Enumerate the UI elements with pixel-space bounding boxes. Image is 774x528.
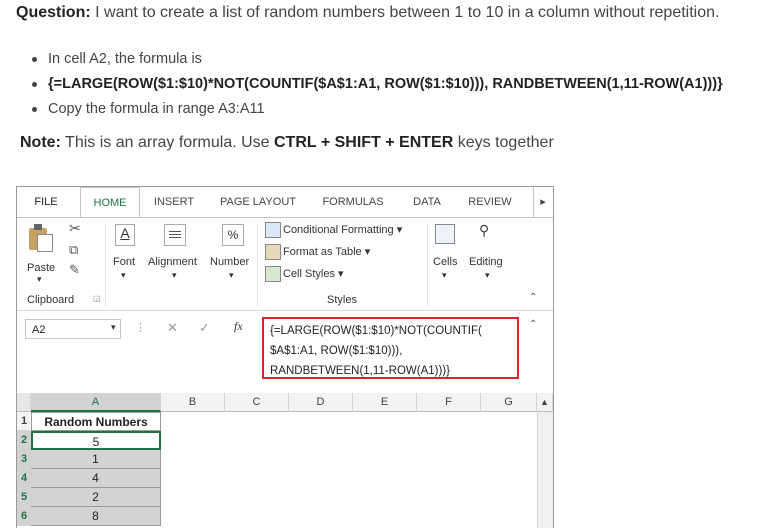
column-header-g[interactable]: G [481, 393, 537, 412]
function-icon[interactable]: fx [234, 319, 243, 334]
column-header-d[interactable]: D [289, 393, 353, 412]
name-box[interactable]: A2 [25, 319, 121, 339]
font-icon[interactable]: A [115, 224, 135, 246]
cancel-icon[interactable]: ✕ [167, 320, 178, 336]
font-button[interactable]: Font [113, 256, 135, 268]
format-painter-icon[interactable]: ✎ [69, 262, 80, 278]
list-item-formula: {=LARGE(ROW($1:$10)*NOT(COUNTIF($A$1:A1,… [30, 72, 723, 97]
group-divider [427, 224, 428, 306]
collapse-ribbon-icon[interactable]: ⌃ [529, 292, 537, 303]
cell-styles-label: Cell Styles [283, 268, 335, 280]
paste-icon[interactable] [29, 224, 53, 252]
column-header-b[interactable]: B [161, 393, 225, 412]
formula-line: $A$1:A1, ROW($1:$10))), [270, 345, 403, 357]
cell-styles-button[interactable]: Cell Styles ▾ [283, 267, 344, 280]
row-header[interactable]: 3 [17, 450, 31, 469]
tab-formulas[interactable]: FORMULAS [313, 187, 393, 217]
table-cell[interactable]: 1 [31, 450, 161, 469]
row-header[interactable]: 4 [17, 469, 31, 488]
list-item: Copy the formula in range A3:A11 [30, 97, 723, 122]
formula-bar: A2 ▾ ⋮ ✕ ✓ fx {=LARGE(ROW($1:$10)*NOT(CO… [17, 313, 553, 385]
format-as-table-icon[interactable] [265, 244, 281, 260]
conditional-formatting-button[interactable]: Conditional Formatting ▾ [283, 223, 402, 236]
percent-icon[interactable]: % [222, 224, 244, 246]
alignment-button[interactable]: Alignment [148, 256, 197, 268]
vertical-scroll-up-icon[interactable]: ▲ [537, 393, 553, 412]
group-label-styles: Styles [327, 294, 357, 306]
conditional-formatting-icon[interactable] [265, 222, 281, 238]
conditional-formatting-label: Conditional Formatting [283, 224, 394, 236]
row-header[interactable]: 1 [17, 412, 31, 431]
copy-icon[interactable]: ⧉ [69, 242, 78, 258]
column-header-c[interactable]: C [225, 393, 289, 412]
number-dropdown-icon[interactable]: ▾ [229, 270, 234, 281]
table-cell[interactable]: 8 [31, 507, 161, 526]
find-binoculars-icon[interactable]: ⚲ [479, 222, 489, 239]
note-text: This is an array formula. Use [60, 134, 274, 151]
table-cell[interactable]: 4 [31, 469, 161, 488]
paste-button[interactable]: Paste [27, 262, 55, 274]
table-cell[interactable]: 2 [31, 488, 161, 507]
tab-file[interactable]: FILE [17, 187, 75, 217]
cut-icon[interactable]: ✂ [69, 220, 81, 237]
cells-button[interactable]: Cells [433, 256, 457, 268]
enter-check-icon[interactable]: ✓ [199, 320, 210, 336]
font-dropdown-icon[interactable]: ▾ [121, 270, 126, 281]
group-label-clipboard: Clipboard [27, 294, 75, 306]
note-text-end: keys together [453, 134, 554, 151]
formula-input[interactable]: {=LARGE(ROW($1:$10)*NOT(COUNTIF( $A$1:A1… [262, 317, 519, 379]
cell-styles-icon[interactable] [265, 266, 281, 282]
note-line: Note: This is an array formula. Use CTRL… [20, 134, 554, 152]
expand-formula-bar-icon[interactable]: ⌃ [529, 319, 537, 330]
format-as-table-label: Format as Table [283, 246, 362, 258]
column-header-e[interactable]: E [353, 393, 417, 412]
row-header[interactable]: 2 [17, 431, 31, 450]
name-box-value: A2 [32, 324, 46, 336]
alignment-dropdown-icon[interactable]: ▾ [172, 270, 177, 281]
ribbon-tab-bar: FILE HOME INSERT PAGE LAYOUT FORMULAS DA… [17, 187, 553, 218]
tab-page-layout[interactable]: PAGE LAYOUT [213, 187, 303, 217]
dialog-launcher-icon[interactable]: ◲ [93, 294, 101, 303]
column-header-f[interactable]: F [417, 393, 481, 412]
tab-data[interactable]: DATA [403, 187, 451, 217]
editing-button[interactable]: Editing [469, 256, 503, 268]
group-divider [257, 224, 258, 306]
list-item: In cell A2, the formula is [30, 47, 723, 72]
note-keys: CTRL + SHIFT + ENTER [274, 134, 454, 151]
format-as-table-button[interactable]: Format as Table ▾ [283, 245, 370, 258]
tab-home[interactable]: HOME [80, 187, 140, 218]
group-divider [105, 224, 106, 306]
formula-line: RANDBETWEEN(1,11-ROW(A1)))} [270, 365, 450, 377]
cell-a2-active[interactable]: 5 [31, 431, 161, 450]
question-line: Question: I want to create a list of ran… [16, 4, 719, 22]
ribbon-home: Paste ▾ ✂ ⧉ ✎ Clipboard ◲ A Font ▾ Align… [17, 217, 553, 311]
cell-a1[interactable]: Random Numbers [31, 412, 161, 431]
instruction-list: In cell A2, the formula is {=LARGE(ROW($… [30, 47, 723, 122]
alignment-icon[interactable] [164, 224, 186, 246]
formula-line: {=LARGE(ROW($1:$10)*NOT(COUNTIF( [270, 325, 482, 337]
excel-window: FILE HOME INSERT PAGE LAYOUT FORMULAS DA… [16, 186, 554, 528]
number-button[interactable]: Number [210, 256, 249, 268]
note-label: Note: [20, 134, 61, 151]
tab-insert[interactable]: INSERT [145, 187, 203, 217]
tab-review[interactable]: REVIEW [461, 187, 519, 217]
editing-dropdown-icon[interactable]: ▾ [485, 270, 490, 281]
question-label: Question: [16, 4, 91, 21]
cells-icon[interactable] [435, 224, 455, 244]
paste-dropdown-icon[interactable]: ▾ [37, 274, 42, 285]
row-header[interactable]: 5 [17, 488, 31, 507]
tab-scroll-right[interactable]: ▸ [533, 187, 552, 217]
name-box-dropdown-icon[interactable]: ▾ [111, 322, 116, 333]
row-header[interactable]: 6 [17, 507, 31, 526]
worksheet-grid: A B C D E F G ▲ 1 2 3 4 5 6 Random Numbe… [17, 393, 553, 528]
select-all-corner[interactable] [17, 393, 31, 412]
vertical-scrollbar[interactable] [537, 412, 553, 528]
column-header-a[interactable]: A [31, 393, 161, 412]
more-options-icon: ⋮ [135, 322, 146, 334]
question-text: I want to create a list of random number… [90, 4, 720, 21]
cells-dropdown-icon[interactable]: ▾ [442, 270, 447, 281]
